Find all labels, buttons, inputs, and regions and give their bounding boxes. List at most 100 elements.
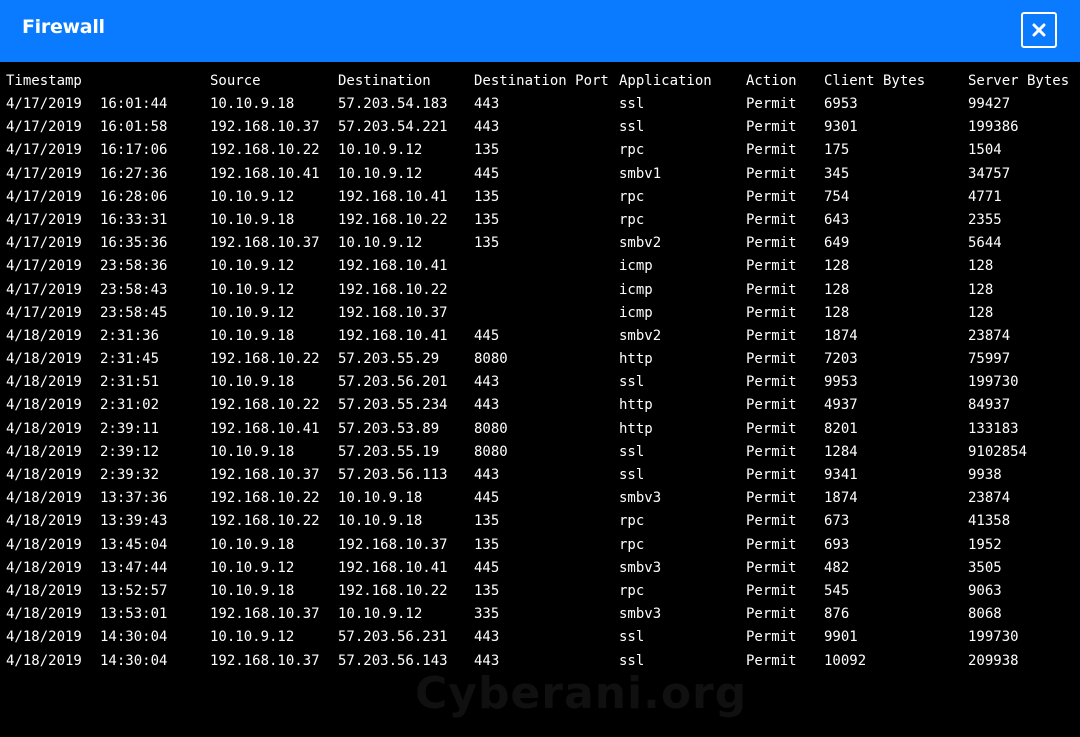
cell-client-bytes: 545 xyxy=(824,582,850,599)
cell-time: 13:37:36 xyxy=(100,490,168,507)
cell-application: http xyxy=(619,397,653,414)
cell-destination-port: 443 xyxy=(474,374,500,391)
table-row: 4/18/2019 13:39:43 192.168.10.22 10.10.9.18… xyxy=(0,510,1080,533)
cell-date: 4/18/2019 xyxy=(6,629,82,646)
cell-destination: 57.203.55.234 xyxy=(338,397,448,414)
table-row: 4/18/2019 2:31:45 192.168.10.22 57.203.55.2… xyxy=(0,348,1080,371)
table-row: 4/18/2019 2:39:32 192.168.10.37 57.203.56.1… xyxy=(0,464,1080,487)
cell-destination: 192.168.10.22 xyxy=(338,582,448,599)
cell-time: 13:47:44 xyxy=(100,559,168,576)
cell-destination-port: 443 xyxy=(474,629,500,646)
cell-server-bytes: 8068 xyxy=(968,606,1002,623)
cell-source: 192.168.10.37 xyxy=(210,606,320,623)
cell-action: Permit xyxy=(746,211,797,228)
cell-date: 4/18/2019 xyxy=(6,420,82,437)
cell-destination-port: 443 xyxy=(474,96,500,112)
cell-server-bytes: 199386 xyxy=(968,119,1019,136)
cell-application: smbv3 xyxy=(619,606,662,623)
cell-server-bytes: 9102854 xyxy=(968,443,1028,460)
cell-time: 2:31:36 xyxy=(100,327,160,344)
cell-application: rpc xyxy=(619,582,645,599)
cell-server-bytes: 99427 xyxy=(968,96,1011,112)
cell-client-bytes: 643 xyxy=(824,211,850,228)
cell-client-bytes: 7203 xyxy=(824,351,858,368)
table-row: 4/18/2019 13:52:57 10.10.9.18 192.168.10.22… xyxy=(0,580,1080,603)
cell-destination-port: 443 xyxy=(474,397,500,414)
cell-client-bytes: 128 xyxy=(824,281,850,298)
cell-date: 4/18/2019 xyxy=(6,397,82,414)
cell-destination: 10.10.9.12 xyxy=(338,165,423,182)
cell-time: 13:39:43 xyxy=(100,513,168,530)
cell-source: 192.168.10.37 xyxy=(210,235,320,252)
cell-destination-port: 335 xyxy=(474,606,500,623)
cell-action: Permit xyxy=(746,536,797,553)
cell-date: 4/17/2019 xyxy=(6,304,82,321)
cell-application: rpc xyxy=(619,211,645,228)
cell-date: 4/18/2019 xyxy=(6,513,82,530)
cell-time: 2:31:02 xyxy=(100,397,160,414)
cell-time: 23:58:36 xyxy=(100,258,168,275)
cell-action: Permit xyxy=(746,629,797,646)
cell-server-bytes: 5644 xyxy=(968,235,1002,252)
cell-date: 4/18/2019 xyxy=(6,467,82,483)
cell-application: smbv2 xyxy=(619,235,662,252)
header-action: Action xyxy=(746,73,797,89)
cell-source: 192.168.10.22 xyxy=(210,351,320,368)
cell-destination: 57.203.54.183 xyxy=(338,96,448,112)
header-destination-port: Destination Port xyxy=(474,73,609,89)
window-title: Firewall xyxy=(22,16,105,38)
cell-application: ssl xyxy=(619,374,645,391)
cell-client-bytes: 128 xyxy=(824,258,850,275)
cell-application: http xyxy=(619,351,653,368)
table-row: 4/17/2019 16:33:31 10.10.9.18 192.168.10.22… xyxy=(0,209,1080,232)
table-row: 4/18/2019 13:37:36 192.168.10.22 10.10.9.18… xyxy=(0,487,1080,510)
cell-destination: 10.10.9.12 xyxy=(338,606,423,623)
cell-action: Permit xyxy=(746,606,797,623)
cell-destination: 10.10.9.12 xyxy=(338,142,423,159)
cell-action: Permit xyxy=(746,142,797,159)
cell-destination: 57.203.54.221 xyxy=(338,119,448,136)
cell-action: Permit xyxy=(746,281,797,298)
cell-destination: 192.168.10.41 xyxy=(338,327,448,344)
cell-date: 4/17/2019 xyxy=(6,235,82,252)
cell-server-bytes: 1504 xyxy=(968,142,1002,159)
header-client-bytes: Client Bytes xyxy=(824,73,926,89)
cell-server-bytes: 75997 xyxy=(968,351,1011,368)
title-bar: Firewall xyxy=(0,0,1080,62)
cell-date: 4/18/2019 xyxy=(6,536,82,553)
cell-client-bytes: 9301 xyxy=(824,119,858,136)
cell-destination-port: 445 xyxy=(474,165,500,182)
cell-action: Permit xyxy=(746,188,797,205)
cell-destination-port: 135 xyxy=(474,536,500,553)
cell-server-bytes: 23874 xyxy=(968,327,1011,344)
table-row: 4/18/2019 2:39:11 192.168.10.41 57.203.53.8… xyxy=(0,418,1080,441)
cell-server-bytes: 9938 xyxy=(968,467,1002,483)
cell-destination: 10.10.9.18 xyxy=(338,490,423,507)
table-row: 4/17/2019 23:58:43 10.10.9.12 192.168.10.22… xyxy=(0,279,1080,302)
cell-time: 13:53:01 xyxy=(100,606,168,623)
cell-destination: 192.168.10.37 xyxy=(338,304,448,321)
cell-source: 192.168.10.37 xyxy=(210,652,320,669)
cell-action: Permit xyxy=(746,652,797,669)
cell-source: 10.10.9.12 xyxy=(210,559,295,576)
cell-destination-port: 8080 xyxy=(474,351,508,368)
cell-destination-port: 445 xyxy=(474,490,500,507)
cell-application: icmp xyxy=(619,281,653,298)
header-source: Source xyxy=(210,73,261,89)
cell-destination-port: 445 xyxy=(474,327,500,344)
close-button[interactable] xyxy=(1021,12,1057,48)
cell-application: smbv3 xyxy=(619,559,662,576)
cell-destination-port: 8080 xyxy=(474,443,508,460)
cell-source: 10.10.9.18 xyxy=(210,582,295,599)
cell-action: Permit xyxy=(746,327,797,344)
cell-date: 4/18/2019 xyxy=(6,582,82,599)
cell-action: Permit xyxy=(746,258,797,275)
table-body: 4/17/2019 16:01:44 10.10.9.18 57.203.54.183… xyxy=(0,93,1080,673)
cell-server-bytes: 23874 xyxy=(968,490,1011,507)
cell-server-bytes: 133183 xyxy=(968,420,1019,437)
cell-source: 10.10.9.12 xyxy=(210,629,295,646)
cell-destination: 57.203.55.19 xyxy=(338,443,440,460)
cell-application: icmp xyxy=(619,304,653,321)
cell-source: 192.168.10.22 xyxy=(210,513,320,530)
cell-date: 4/18/2019 xyxy=(6,443,82,460)
